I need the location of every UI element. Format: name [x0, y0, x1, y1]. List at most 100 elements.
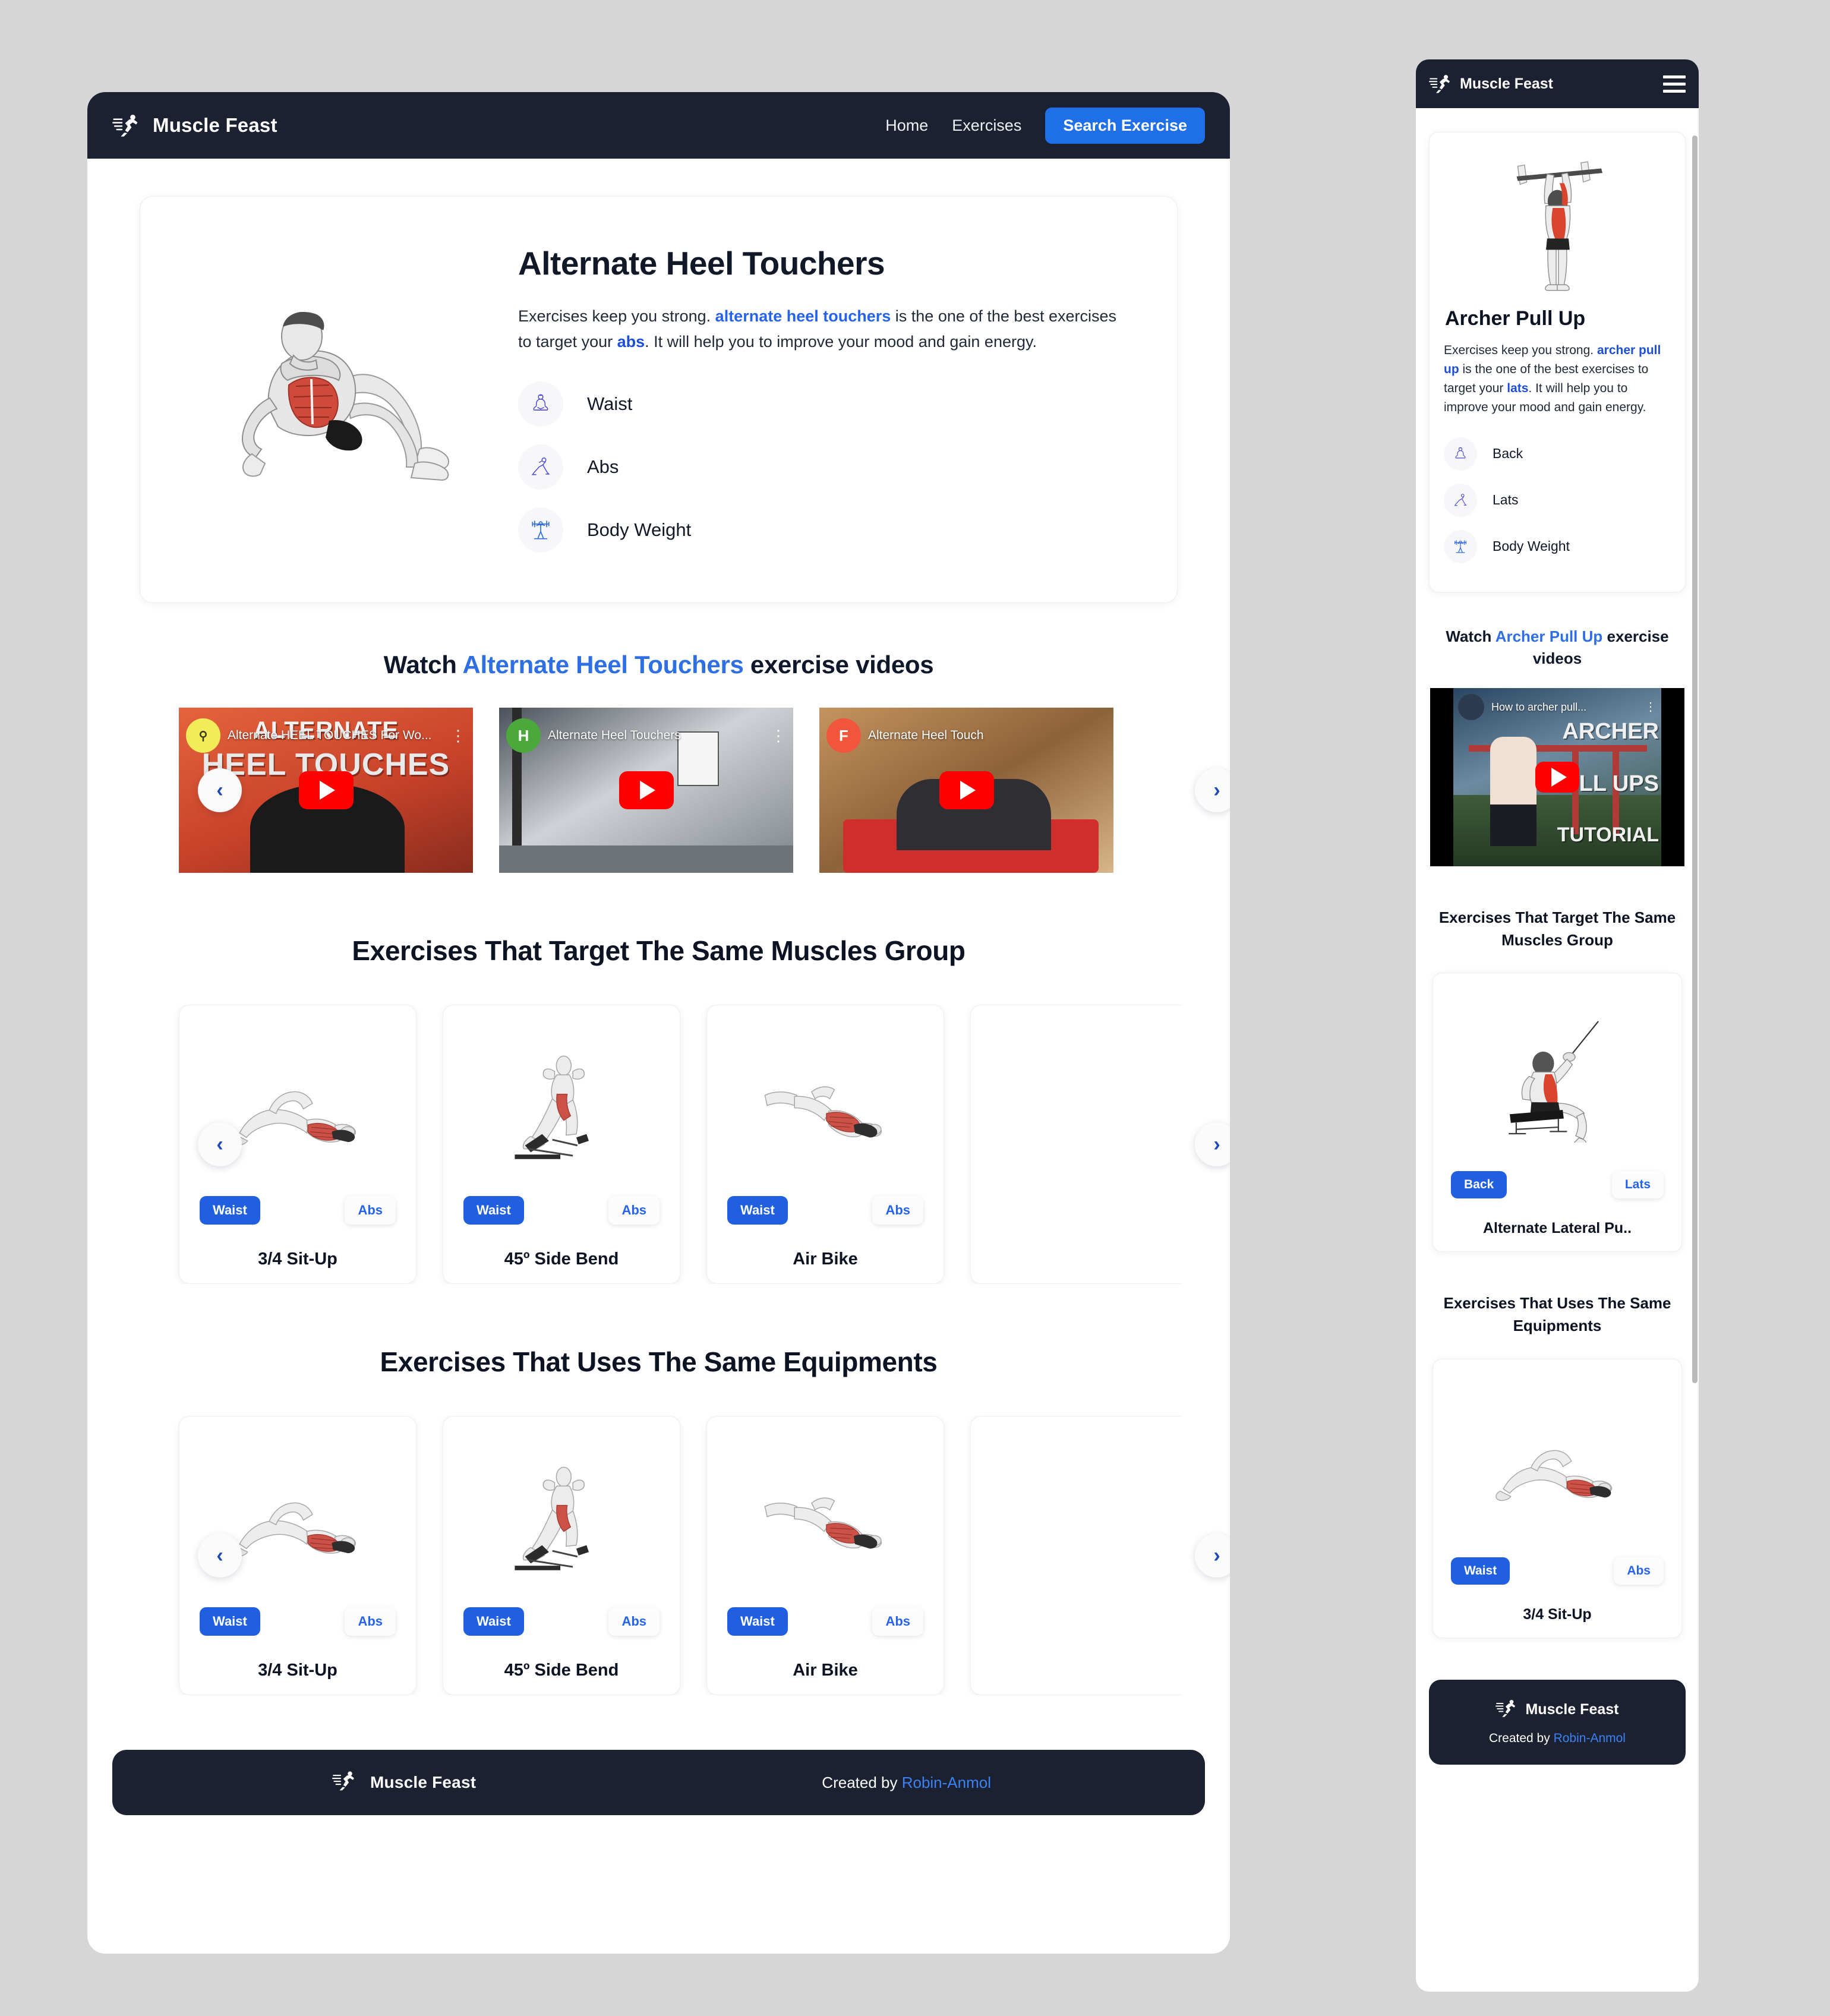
- video-header: ⚲ Alternate HEEL TOUCHES For Wo... ⋮: [186, 718, 466, 753]
- mobile-footer-brand[interactable]: Muscle Feast: [1429, 1698, 1686, 1722]
- mobile-exercise-description: Exercises keep you strong. archer pull u…: [1444, 341, 1671, 417]
- exercise-tags: Back Lats: [1449, 1171, 1666, 1199]
- mobile-target-muscle-link[interactable]: lats: [1507, 381, 1528, 395]
- target-muscle-link[interactable]: abs: [617, 333, 645, 351]
- exercise-name-link[interactable]: alternate heel touchers: [715, 307, 891, 325]
- more-options-icon[interactable]: ⋮: [450, 728, 466, 743]
- mobile-navbar: Muscle Feast: [1416, 59, 1699, 108]
- video-header: F Alternate Heel Touch: [826, 718, 1106, 753]
- tag-secondary[interactable]: Abs: [345, 1607, 396, 1636]
- tag-primary[interactable]: Waist: [463, 1607, 524, 1636]
- tag-primary[interactable]: Waist: [200, 1607, 260, 1636]
- mobile-brand-name: Muscle Feast: [1460, 75, 1554, 92]
- exercise-card[interactable]: Waist Abs 45º Side Bend: [443, 1005, 680, 1285]
- play-icon[interactable]: [939, 771, 994, 810]
- tag-primary[interactable]: Back: [1451, 1171, 1507, 1199]
- exercise-name: 3/4 Sit-Up: [1523, 1605, 1592, 1623]
- play-icon[interactable]: [298, 771, 354, 810]
- mobile-video-carousel[interactable]: How to archer pull... ⋮ ARCHER LL UPS TU…: [1430, 688, 1684, 866]
- runner-icon: [1429, 72, 1452, 95]
- video-header: H Alternate Heel Touchers ⋮: [506, 718, 786, 753]
- mobile-exercise-card[interactable]: Back Lats Alternate Lateral Pu..: [1433, 973, 1682, 1252]
- muscles-section-title: Exercises That Target The Same Muscles G…: [352, 935, 966, 967]
- desktop-browser-window: Muscle Feast Home Exercises Search Exerc…: [87, 92, 1230, 1954]
- runner-icon: [332, 1769, 359, 1796]
- video-thumbnail[interactable]: H Alternate Heel Touchers ⋮: [499, 708, 793, 873]
- barbell-lift-icon: [518, 507, 563, 553]
- meta-row-waist: Waist: [518, 381, 1146, 427]
- meta-label-waist: Waist: [587, 393, 633, 415]
- runner-icon: [1495, 1698, 1517, 1722]
- nav-home[interactable]: Home: [885, 116, 928, 135]
- muscles-carousel-prev[interactable]: ‹: [198, 1122, 242, 1167]
- video-carousel-next[interactable]: ›: [1195, 768, 1230, 813]
- more-options-icon[interactable]: ⋮: [771, 728, 786, 743]
- exercise-illustration-sidebend: [461, 1021, 662, 1196]
- tag-secondary[interactable]: Abs: [608, 1607, 660, 1636]
- tag-primary[interactable]: Waist: [463, 1196, 524, 1225]
- video-overlay-3: TUTORIAL: [1557, 824, 1659, 846]
- hamburger-icon[interactable]: [1663, 75, 1686, 93]
- channel-avatar-icon: [1458, 694, 1484, 720]
- meta-row-abs: Abs: [518, 444, 1146, 490]
- exercise-card[interactable]: Waist Abs Air Bike: [706, 1005, 944, 1285]
- mobile-scrollbar[interactable]: [1692, 135, 1698, 1383]
- exercise-illustration-sidebend: [461, 1432, 662, 1607]
- channel-avatar-icon: H: [506, 718, 541, 753]
- exercise-name: Alternate Lateral Pu..: [1482, 1220, 1632, 1237]
- play-icon[interactable]: [619, 771, 674, 810]
- play-icon[interactable]: [1535, 762, 1579, 793]
- video-thumbnail[interactable]: F Alternate Heel Touch: [819, 708, 1113, 873]
- tag-primary[interactable]: Waist: [727, 1196, 788, 1225]
- mobile-footer-credit: Created by Robin-Anmol: [1429, 1731, 1686, 1746]
- brand-name: Muscle Feast: [153, 114, 277, 136]
- video-thumbnail[interactable]: How to archer pull... ⋮ ARCHER LL UPS TU…: [1453, 688, 1661, 866]
- tag-primary[interactable]: Waist: [727, 1607, 788, 1636]
- exercise-tags: Waist Abs: [725, 1607, 926, 1636]
- tag-primary[interactable]: Waist: [1451, 1557, 1510, 1585]
- mobile-meta-row-back: Back: [1444, 437, 1671, 471]
- nav-exercises[interactable]: Exercises: [952, 116, 1021, 135]
- exercise-name: 3/4 Sit-Up: [258, 1250, 337, 1269]
- desc-part-3: . It will help you to improve your mood …: [645, 332, 1037, 351]
- desc-part-1: Exercises keep you strong.: [518, 307, 715, 325]
- muscles-carousel-track[interactable]: Waist Abs 3/4 Sit-Up Waist Abs 45º Side …: [135, 1005, 1182, 1285]
- exercise-name: 45º Side Bend: [504, 1661, 619, 1680]
- tag-secondary[interactable]: Abs: [1614, 1557, 1664, 1585]
- video-overlay-1: ARCHER: [1562, 719, 1659, 744]
- exercise-description: Exercises keep you strong. alternate hee…: [518, 304, 1118, 354]
- tag-primary[interactable]: Waist: [200, 1196, 260, 1225]
- video-carousel-prev[interactable]: ‹: [198, 768, 242, 813]
- hero-exercise-illustration: [171, 223, 504, 570]
- search-exercise-button[interactable]: Search Exercise: [1045, 107, 1205, 144]
- video-carousel-track[interactable]: ALTERNATE HEEL TOUCHES ⚲ Alternate HEEL …: [135, 708, 1182, 873]
- tag-secondary[interactable]: Abs: [872, 1607, 923, 1636]
- tag-secondary[interactable]: Abs: [608, 1196, 660, 1225]
- mobile-meta-row-equipment: Body Weight: [1444, 529, 1671, 563]
- more-options-icon[interactable]: ⋮: [1645, 701, 1657, 713]
- videos-heading-pre: Watch: [383, 651, 463, 679]
- equipment-carousel-track[interactable]: Waist Abs 3/4 Sit-Up Waist Abs 45º Side …: [135, 1416, 1182, 1696]
- footer-brand-name: Muscle Feast: [370, 1773, 477, 1792]
- runner-icon: [112, 112, 140, 139]
- mobile-videos-heading: Watch Archer Pull Up exercise videos: [1433, 626, 1682, 670]
- tag-secondary[interactable]: Abs: [345, 1196, 396, 1225]
- muscles-carousel-next[interactable]: ›: [1195, 1122, 1230, 1167]
- exercise-card-partial[interactable]: [970, 1416, 1182, 1696]
- mobile-footer-author-link[interactable]: Robin-Anmol: [1554, 1731, 1626, 1745]
- videos-heading-highlight: Alternate Heel Touchers: [462, 651, 744, 679]
- footer-author-link[interactable]: Robin-Anmol: [902, 1774, 991, 1791]
- mobile-exercise-card[interactable]: Waist Abs 3/4 Sit-Up: [1433, 1358, 1682, 1638]
- tag-secondary[interactable]: Lats: [1611, 1171, 1664, 1199]
- exercise-card[interactable]: Waist Abs 45º Side Bend: [443, 1416, 680, 1696]
- exercise-card-partial[interactable]: [970, 1005, 1182, 1285]
- exercise-card[interactable]: Waist Abs Air Bike: [706, 1416, 944, 1696]
- equipment-carousel-prev[interactable]: ‹: [198, 1534, 242, 1578]
- exercise-tags: Waist Abs: [461, 1196, 662, 1225]
- footer-brand[interactable]: Muscle Feast: [332, 1769, 476, 1796]
- brand[interactable]: Muscle Feast: [112, 112, 277, 139]
- exercise-illustration-lateral-pulldown: [1449, 989, 1666, 1171]
- tag-secondary[interactable]: Abs: [872, 1196, 923, 1225]
- equipment-carousel-next[interactable]: ›: [1195, 1534, 1230, 1578]
- mobile-browser-window: Muscle Feast Archer Pull Up Exercises ke…: [1416, 59, 1699, 1992]
